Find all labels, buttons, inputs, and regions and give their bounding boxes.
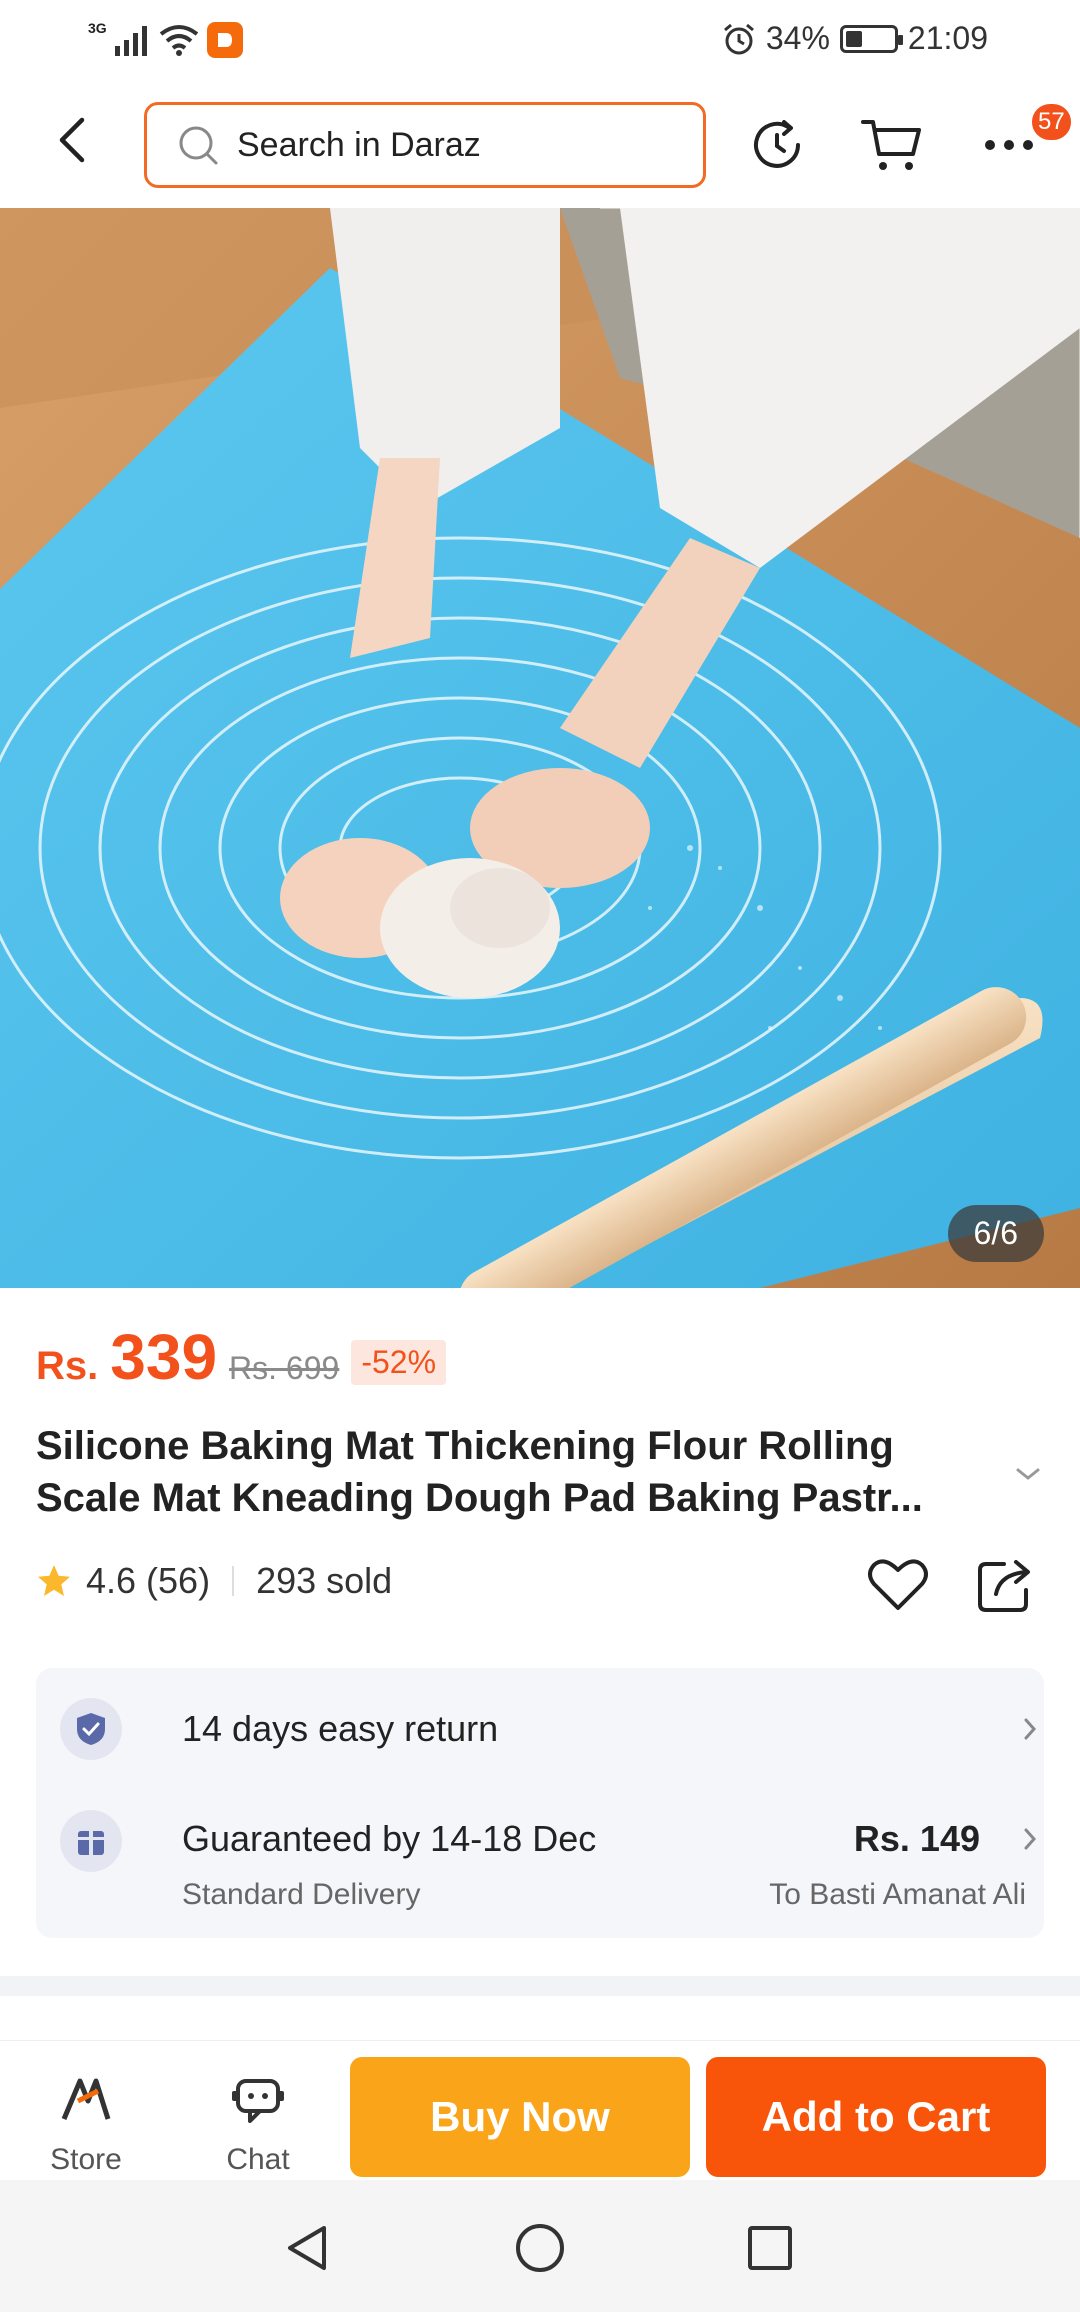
sold-count: 293 sold xyxy=(256,1560,393,1601)
delivery-box-icon xyxy=(60,1810,122,1872)
store-label: Store xyxy=(50,2143,122,2176)
chat-label: Chat xyxy=(226,2143,290,2176)
product-photo xyxy=(0,208,1080,1288)
return-policy-row[interactable]: 14 days easy return xyxy=(60,1698,1037,1760)
nav-recents-icon[interactable] xyxy=(742,2220,798,2276)
delivery-row[interactable]: Guaranteed by 14-18 Dec Standard Deliver… xyxy=(60,1810,1037,1920)
status-right: 34% 21:09 xyxy=(722,20,988,57)
chevron-down-icon[interactable] xyxy=(1010,1462,1046,1486)
notification-badge: 57 xyxy=(1030,102,1073,142)
status-bar: 3G 34% 21:09 xyxy=(0,0,1080,82)
rating-row[interactable]: 4.6 (56) 293 sold xyxy=(36,1560,392,1602)
status-left: 3G xyxy=(88,20,243,58)
nav-back-icon[interactable] xyxy=(280,2220,336,2276)
product-title-line-1: Silicone Baking Mat Thickening Flour Rol… xyxy=(36,1424,894,1468)
star-icon xyxy=(38,1565,70,1596)
product-title-line-2: Scale Mat Kneading Dough Pad Baking Past… xyxy=(36,1476,923,1520)
heart-icon[interactable] xyxy=(866,1552,930,1616)
add-to-cart-button[interactable]: Add to Cart xyxy=(706,2057,1046,2177)
shield-icon xyxy=(60,1698,122,1760)
battery-percent: 34% xyxy=(765,20,830,56)
section-divider xyxy=(0,1976,1080,1996)
system-nav-bar xyxy=(0,2180,1080,2312)
chevron-right-icon xyxy=(1024,1718,1037,1740)
back-arrow-icon[interactable] xyxy=(44,110,104,170)
wifi-icon xyxy=(159,25,198,56)
rating-value: 4.6 (56) xyxy=(86,1560,211,1601)
store-icon xyxy=(61,2078,111,2120)
daraz-app-icon xyxy=(206,22,243,58)
top-nav: Search in Daraz 57 xyxy=(0,82,1080,208)
buy-now-button[interactable]: Buy Now xyxy=(350,2057,690,2177)
share-icon[interactable] xyxy=(974,1552,1038,1616)
delivery-type-text: Standard Delivery xyxy=(182,1878,421,1911)
battery-level xyxy=(845,30,862,47)
chat-bot-icon xyxy=(232,2079,284,2123)
chat-button[interactable]: Chat xyxy=(198,2071,318,2177)
nav-home-icon[interactable] xyxy=(512,2220,568,2276)
bottom-action-bar: Store Chat Buy Now Add to Cart xyxy=(0,2040,1080,2180)
original-price: Rs. 699 xyxy=(229,1350,340,1386)
divider xyxy=(232,1566,235,1596)
search-icon xyxy=(179,126,218,165)
service-card: 14 days easy return Guaranteed by 14-18 … xyxy=(36,1668,1044,1938)
search-input[interactable]: Search in Daraz xyxy=(144,102,706,188)
return-policy-text: 14 days easy return xyxy=(182,1708,499,1749)
signal-icon xyxy=(114,26,147,56)
clock: 21:09 xyxy=(907,20,988,56)
network-type: 3G xyxy=(88,20,107,36)
currency-label: Rs. xyxy=(36,1344,99,1388)
delivery-price: Rs. 149 xyxy=(853,1818,980,1859)
image-counter: 6/6 xyxy=(947,1205,1044,1262)
cart-icon[interactable] xyxy=(858,112,924,178)
store-button[interactable]: Store xyxy=(26,2071,146,2177)
alarm-icon xyxy=(723,23,754,54)
product-image-carousel[interactable]: 6/6 xyxy=(0,208,1080,1288)
discount-badge: -52% xyxy=(351,1340,447,1385)
price-row: Rs. 339 Rs. 699 -52% xyxy=(36,1320,447,1394)
search-placeholder: Search in Daraz xyxy=(237,125,481,164)
chevron-right-icon xyxy=(1024,1828,1037,1850)
product-title: Silicone Baking Mat Thickening Flour Rol… xyxy=(36,1420,986,1524)
history-icon[interactable] xyxy=(744,112,810,178)
delivery-date-text: Guaranteed by 14-18 Dec xyxy=(182,1818,597,1859)
current-price: 339 xyxy=(110,1321,218,1393)
delivery-location: To Basti Amanat Ali xyxy=(769,1878,1026,1911)
battery-icon xyxy=(839,24,903,53)
